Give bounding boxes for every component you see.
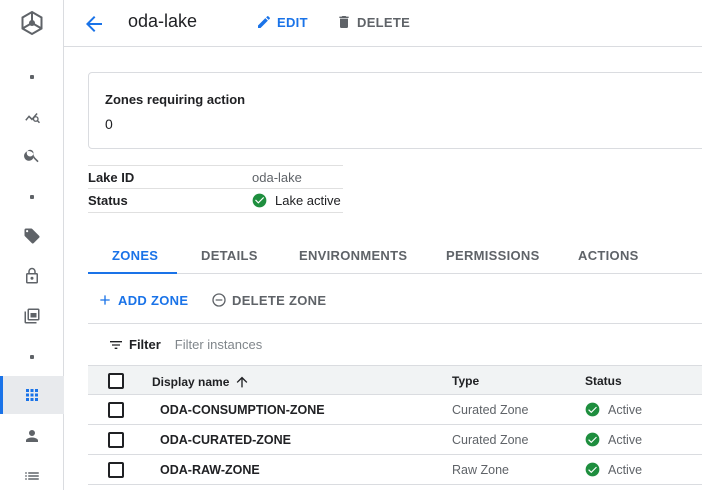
search-icon — [24, 149, 39, 163]
card-label: Zones requiring action — [105, 92, 246, 107]
back-arrow-icon[interactable] — [82, 12, 106, 36]
delete-button[interactable]: DELETE — [336, 14, 410, 30]
zones-table: Display name Type Status ODA-CONSUMPTION… — [88, 365, 702, 485]
table-row[interactable]: ODA-RAW-ZONE Raw Zone Active — [88, 455, 702, 485]
zone-type: Raw Zone — [452, 463, 509, 477]
nav-item-list[interactable] — [0, 457, 64, 490]
nav-item-explore[interactable] — [0, 97, 64, 135]
filter-input[interactable] — [174, 337, 375, 352]
minus-circle-icon — [212, 293, 226, 307]
check-circle-icon — [585, 402, 600, 417]
nav-item-copy[interactable] — [0, 297, 64, 335]
nav-item-dot-3[interactable] — [0, 338, 64, 376]
row-checkbox[interactable] — [108, 432, 124, 448]
filter-label: Filter — [129, 337, 161, 352]
delete-label: DELETE — [357, 14, 411, 30]
filter-bar: Filter — [88, 323, 702, 365]
info-key: Lake ID — [88, 169, 135, 185]
zone-name-link[interactable]: ODA-CURATED-ZONE — [160, 433, 291, 447]
dot-icon — [30, 195, 34, 199]
tab-details[interactable]: DETAILS — [201, 248, 258, 263]
check-circle-icon — [585, 462, 600, 477]
delete-zone-button[interactable]: DELETE ZONE — [211, 292, 326, 308]
dataplex-logo-icon[interactable] — [18, 9, 46, 37]
status-text: Active — [608, 432, 643, 447]
select-all-checkbox[interactable] — [108, 373, 124, 389]
nav-item-dot-2[interactable] — [0, 178, 64, 216]
row-checkbox[interactable] — [108, 402, 124, 418]
tab-actions[interactable]: ACTIONS — [578, 248, 639, 263]
edit-label: EDIT — [277, 14, 308, 30]
delete-zone-label: DELETE ZONE — [232, 292, 327, 308]
add-zone-label: ADD ZONE — [118, 292, 189, 308]
info-row-lake-id: Lake ID oda-lake — [88, 165, 343, 189]
info-value: oda-lake — [252, 169, 302, 185]
tab-zones[interactable]: ZONES — [112, 248, 158, 263]
tab-environments[interactable]: ENVIRONMENTS — [299, 248, 407, 263]
list-icon — [25, 472, 39, 480]
lock-icon — [26, 267, 38, 284]
table-row[interactable]: ODA-CURATED-ZONE Curated Zone Active — [88, 425, 702, 455]
lake-info: Lake ID oda-lake Status Lake active — [88, 165, 343, 213]
dot-icon — [30, 75, 34, 79]
page-header: oda-lake EDIT DELETE — [64, 0, 702, 47]
row-checkbox[interactable] — [108, 462, 124, 478]
status-text: Lake active — [275, 193, 341, 208]
zone-status: Active — [585, 462, 642, 477]
left-nav-rail — [0, 0, 64, 490]
add-zone-button[interactable]: ADD ZONE — [97, 292, 188, 308]
column-header-label: Display name — [152, 375, 230, 389]
nav-item-search[interactable] — [0, 136, 64, 174]
nav-item-tags[interactable] — [0, 217, 64, 255]
nav-item-lakes[interactable] — [0, 376, 64, 414]
zone-name-link[interactable]: ODA-RAW-ZONE — [160, 463, 260, 477]
plus-icon — [100, 295, 110, 305]
card-value: 0 — [105, 116, 113, 132]
info-row-status: Status Lake active — [88, 189, 343, 213]
nav-item-people[interactable] — [0, 417, 64, 455]
dot-icon — [30, 355, 34, 359]
tag-icon — [24, 228, 40, 244]
check-circle-icon — [585, 432, 600, 447]
zone-name-link[interactable]: ODA-CONSUMPTION-ZONE — [160, 403, 325, 417]
filter-icon[interactable] — [108, 337, 124, 353]
info-key: Status — [88, 193, 128, 208]
tab-bar: ZONES DETAILS ENVIRONMENTS PERMISSIONS A… — [88, 236, 702, 274]
explore-chart-icon — [25, 113, 41, 124]
zone-type: Curated Zone — [452, 433, 529, 447]
column-header-type[interactable]: Type — [452, 374, 479, 388]
edit-button[interactable]: EDIT — [256, 14, 308, 30]
zone-type: Curated Zone — [452, 403, 529, 417]
check-circle-icon — [252, 193, 267, 208]
status-text: Active — [608, 402, 643, 417]
table-row[interactable]: ODA-CONSUMPTION-ZONE Curated Zone Active — [88, 395, 702, 425]
nav-item-dot-1[interactable] — [0, 58, 64, 96]
zone-status: Active — [585, 432, 642, 447]
pencil-icon — [258, 16, 270, 28]
zone-status: Active — [585, 402, 642, 417]
info-value-status: Lake active — [252, 193, 341, 208]
arrow-up-icon — [237, 376, 248, 388]
copy-icon — [24, 308, 40, 324]
table-header: Display name Type Status — [88, 365, 702, 395]
status-text: Active — [608, 462, 643, 477]
tab-permissions[interactable]: PERMISSIONS — [446, 248, 540, 263]
column-header-display-name[interactable]: Display name — [152, 374, 250, 390]
trash-icon — [339, 16, 349, 28]
page-title: oda-lake — [128, 11, 198, 31]
column-header-status[interactable]: Status — [585, 374, 622, 388]
person-icon — [26, 430, 38, 442]
nav-item-security[interactable] — [0, 257, 64, 295]
grid-icon — [26, 389, 38, 401]
active-tab-indicator — [88, 272, 177, 274]
zones-requiring-action-card: Zones requiring action 0 — [88, 72, 702, 149]
